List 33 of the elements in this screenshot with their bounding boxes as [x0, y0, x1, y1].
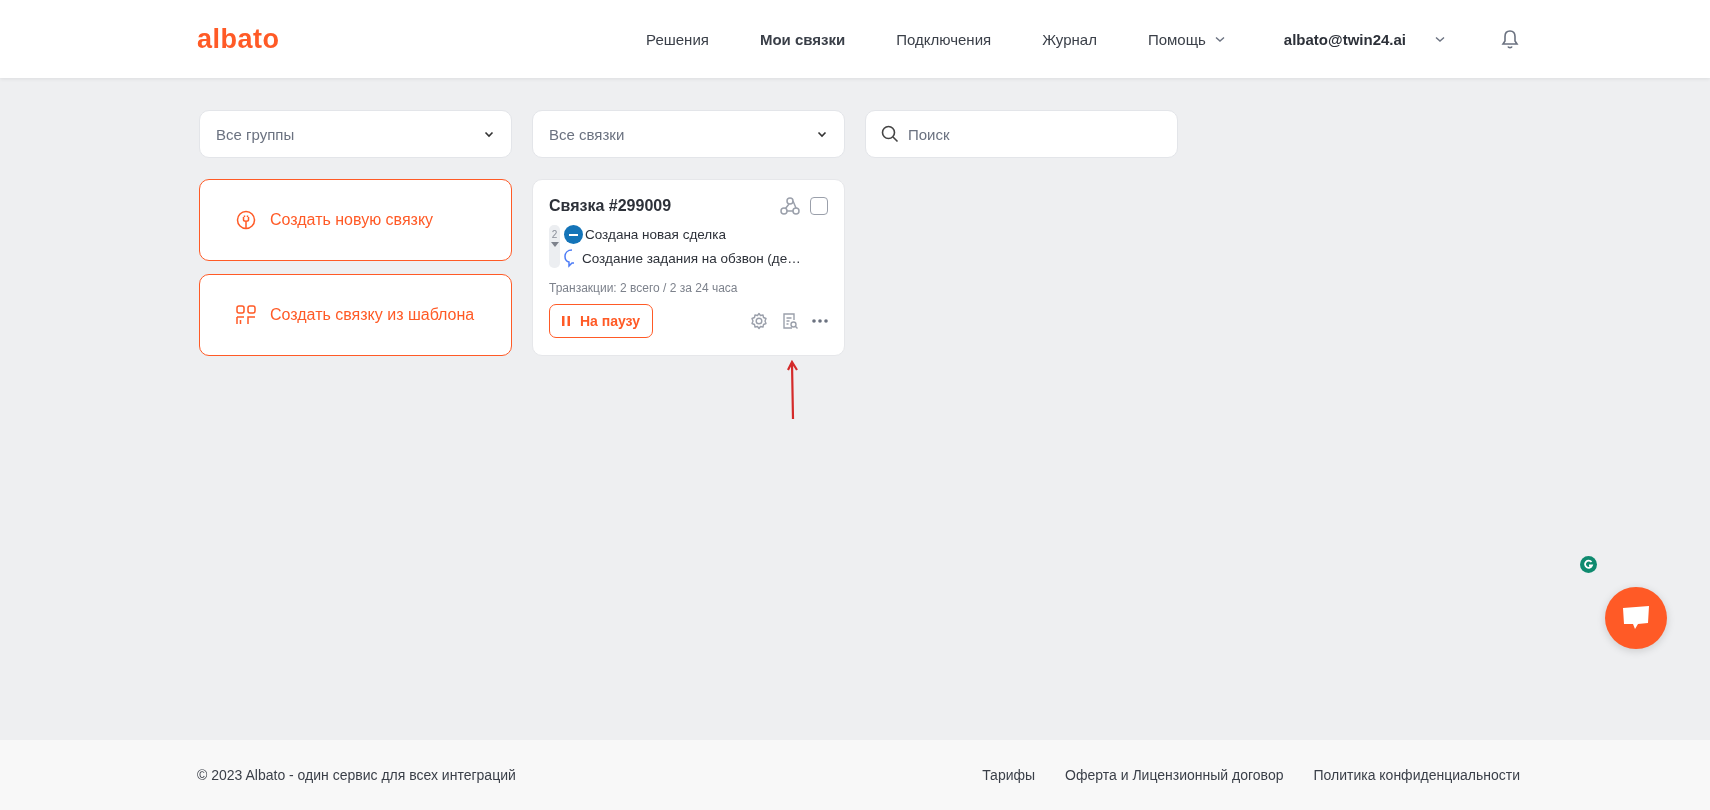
card-checkbox[interactable]: [810, 197, 828, 215]
pause-icon: [562, 316, 570, 326]
webhook-icon: [780, 196, 800, 216]
copyright-text: © 2023 Albato - один сервис для всех интеграций: [197, 767, 517, 783]
card-title[interactable]: Связка #299009: [549, 197, 770, 215]
settings-icon[interactable]: [750, 312, 768, 330]
bell-icon[interactable]: [1500, 28, 1520, 50]
caret-icon: [550, 242, 559, 247]
filter-dropdown[interactable]: Все связки: [532, 110, 845, 158]
search-field[interactable]: Поиск: [865, 110, 1178, 158]
account-email[interactable]: albato@twin24.ai: [1283, 30, 1406, 48]
plug-icon: [236, 210, 256, 230]
nav-link[interactable]: Решения: [646, 30, 709, 48]
chat-icon: [1622, 605, 1650, 631]
more-icon[interactable]: [812, 319, 828, 323]
annotation-arrow: [787, 360, 799, 420]
log-search-icon[interactable]: [781, 312, 799, 330]
footer-link[interactable]: Тарифы: [982, 767, 1036, 783]
filter-dropdown[interactable]: Все группы: [199, 110, 512, 158]
footer-link[interactable]: Политика конфиденциальности: [1313, 767, 1520, 783]
chat-button[interactable]: [1605, 587, 1667, 649]
nav-link[interactable]: Журнал: [1042, 30, 1097, 48]
step-label: Создание задания на обзвон (де…: [582, 251, 801, 266]
search-icon: [881, 125, 899, 143]
template-icon: [236, 305, 256, 325]
nav-link[interactable]: Помощь: [1147, 30, 1226, 48]
grammar-assistant-icon[interactable]: [1580, 556, 1597, 573]
app-icon: [564, 225, 583, 244]
transactions-text: Транзакции: 2 всего / 2 за 24 часа: [549, 281, 739, 295]
nav-link[interactable]: Мои связки: [759, 30, 846, 48]
nav-link[interactable]: Подключения: [896, 30, 992, 48]
footer-link[interactable]: Оферта и Лицензионный договор: [1065, 767, 1284, 783]
step-label: Создана новая сделка: [585, 227, 726, 242]
